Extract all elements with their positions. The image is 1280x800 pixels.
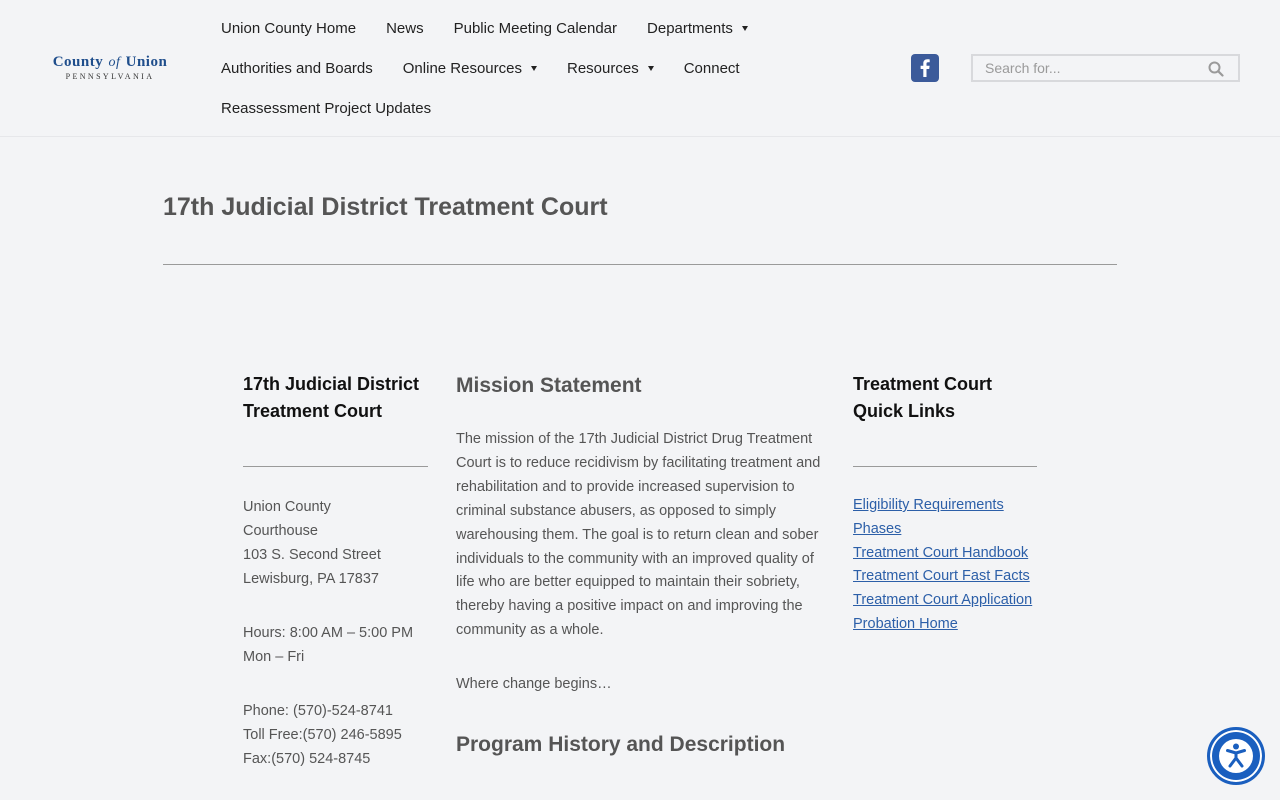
list-item: Treatment Court Fast Facts <box>853 565 1037 589</box>
site-header: County of Union PENNSYLVANIA Union Count… <box>0 0 1280 137</box>
logo-wordmark: County of Union <box>40 54 180 71</box>
link-eligibility-requirements[interactable]: Eligibility Requirements <box>853 497 1004 513</box>
nav-label: Resources <box>567 59 639 77</box>
list-item: Eligibility Requirements <box>853 494 1037 518</box>
nav-label: Reassessment Project Updates <box>221 99 432 117</box>
nav-item-online-resources[interactable]: Online Resources <box>403 60 537 77</box>
caret-down-icon <box>741 26 748 31</box>
search-input[interactable] <box>973 56 1203 80</box>
search-box <box>971 54 1240 82</box>
facebook-button[interactable] <box>911 54 939 82</box>
nav-row: Union County Home News Public Meeting Ca… <box>221 8 861 48</box>
page-title: 17th Judicial District Treatment Court <box>163 193 608 221</box>
link-treatment-court-application[interactable]: Treatment Court Application <box>853 592 1032 608</box>
content-column: Mission Statement The mission of the 17t… <box>456 372 828 759</box>
mission-text: The mission of the 17th Judicial Distric… <box>456 431 821 639</box>
nav-label: Online Resources <box>402 59 522 77</box>
phone-block: Phone: (570)-524-8741 Toll Free:(570) 24… <box>243 699 428 771</box>
list-item: Treatment Court Application <box>853 589 1037 613</box>
link-treatment-court-handbook[interactable]: Treatment Court Handbook <box>853 545 1028 561</box>
address-block: Union County Courthouse 103 S. Second St… <box>243 495 428 591</box>
list-item: Phases <box>853 518 1037 542</box>
tagline-text: Where change begins… <box>456 676 612 693</box>
nav-item-authorities-and-boards[interactable]: Authorities and Boards <box>221 60 373 77</box>
phone-line: Phone: (570)-524-8741 <box>243 703 393 719</box>
address-line: Lewisburg, PA 17837 <box>243 571 379 587</box>
nav-item-public-meeting-calendar[interactable]: Public Meeting Calendar <box>454 20 617 37</box>
hours-line: Mon – Fri <box>243 649 305 665</box>
logo-state-text: PENNSYLVANIA <box>65 72 155 81</box>
link-treatment-court-fast-facts[interactable]: Treatment Court Fast Facts <box>853 568 1030 584</box>
caret-down-icon <box>531 66 537 71</box>
link-phases[interactable]: Phases <box>853 521 901 537</box>
accessibility-icon <box>1219 739 1253 773</box>
address-line: Courthouse <box>243 523 318 539</box>
quick-links-divider <box>853 466 1037 467</box>
nav-label: Public Meeting Calendar <box>453 19 618 37</box>
link-probation-home[interactable]: Probation Home <box>853 616 958 632</box>
accessibility-button[interactable] <box>1207 727 1265 785</box>
nav-item-reassessment-project-updates[interactable]: Reassessment Project Updates <box>221 100 431 117</box>
program-history-heading: Program History and Description <box>456 733 786 757</box>
nav-label: News <box>386 19 424 37</box>
address-line: Union County <box>243 499 331 515</box>
quick-links-heading: Treatment Court Quick Links <box>853 374 993 421</box>
nav-item-news[interactable]: News <box>386 20 424 37</box>
nav-label: Union County Home <box>221 19 357 37</box>
list-item: Probation Home <box>853 613 1037 637</box>
caret-down-icon <box>647 66 654 71</box>
nav-item-connect[interactable]: Connect <box>684 60 740 77</box>
nav-item-departments[interactable]: Departments <box>647 20 748 37</box>
nav-row: Reassessment Project Updates <box>221 88 861 128</box>
quick-links-list: Eligibility Requirements Phases Treatmen… <box>853 494 1037 637</box>
contact-column: 17th Judicial District Treatment Court U… <box>243 371 428 771</box>
nav-label: Authorities and Boards <box>221 59 373 77</box>
nav-item-resources[interactable]: Resources <box>567 60 654 77</box>
contact-heading: 17th Judicial District Treatment Court <box>243 374 420 421</box>
hours-block: Hours: 8:00 AM – 5:00 PM Mon – Fri <box>243 621 428 669</box>
logo-union-text: Union <box>125 54 168 70</box>
nav-row: Authorities and Boards Online Resources … <box>221 48 861 88</box>
quick-links-column: Treatment Court Quick Links Eligibility … <box>853 371 1037 637</box>
fax-line: Fax:(570) 524-8745 <box>243 751 371 767</box>
hours-line: Hours: 8:00 AM – 5:00 PM <box>243 625 414 641</box>
mission-heading: Mission Statement <box>456 374 642 397</box>
county-logo[interactable]: County of Union PENNSYLVANIA <box>40 54 180 81</box>
toll-free-line: Toll Free:(570) 246-5895 <box>243 727 402 743</box>
title-divider <box>163 264 1117 265</box>
main-nav: Union County Home News Public Meeting Ca… <box>221 8 861 128</box>
logo-county-text: County <box>52 54 104 70</box>
nav-item-union-county-home[interactable]: Union County Home <box>221 20 356 37</box>
nav-label: Departments <box>647 19 733 37</box>
list-item: Treatment Court Handbook <box>853 542 1037 566</box>
search-icon[interactable] <box>1208 61 1224 77</box>
contact-divider <box>243 466 428 467</box>
facebook-icon <box>920 59 930 77</box>
logo-of-text: of <box>108 55 121 70</box>
nav-label: Connect <box>683 59 740 77</box>
address-line: 103 S. Second Street <box>243 547 381 563</box>
